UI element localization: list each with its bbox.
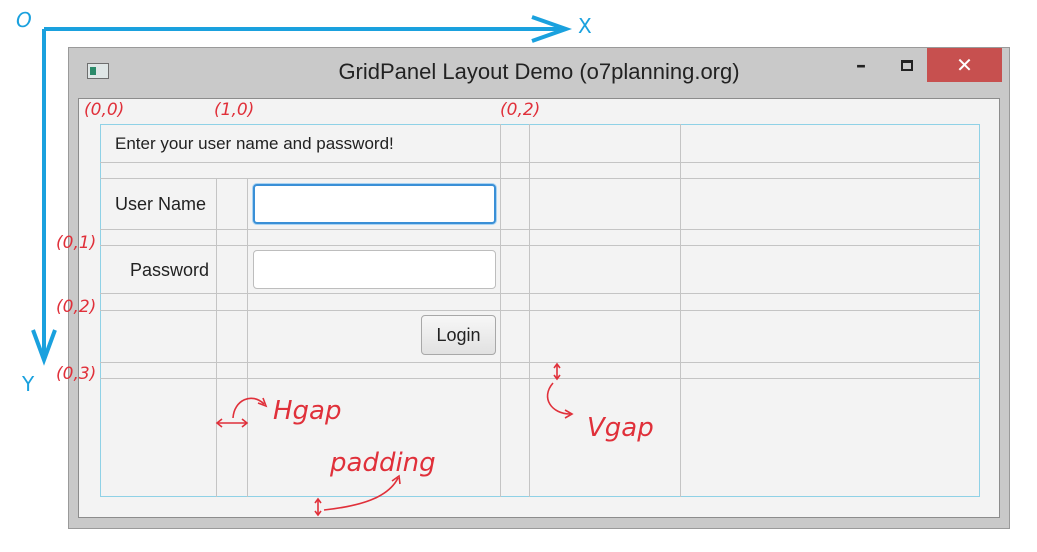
hgap-curved-arrow [232,397,265,419]
padding-curved-arrow [323,477,399,511]
vgap-curved-arrow [546,382,571,415]
annotation-arrows [215,362,574,517]
